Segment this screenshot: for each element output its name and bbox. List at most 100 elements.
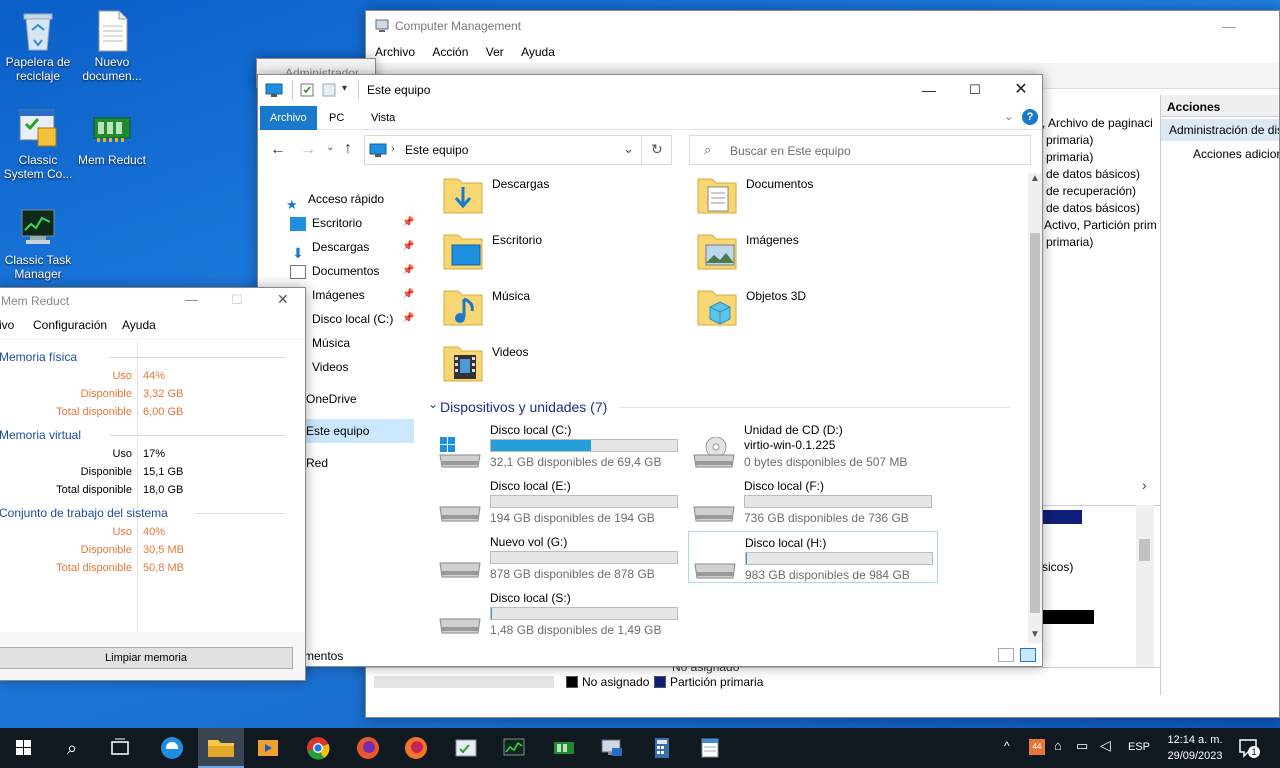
pin-icon[interactable]: 📌 [402, 235, 414, 259]
mem-reduct-minimize-button[interactable]: — [185, 292, 198, 307]
address-bar[interactable]: › Este equipo ⌄ ↻ [364, 135, 672, 165]
quick-access-dropdown-icon[interactable]: ▾ [342, 83, 347, 94]
breadcrumb-chevron-icon[interactable]: › [391, 143, 395, 155]
mem-reduct-window[interactable]: Mem Reduct — ☐ ✕ ivo Configuración Ayuda… [0, 287, 306, 681]
pin-icon[interactable]: 📌 [402, 283, 414, 307]
calculator-icon[interactable] [648, 734, 676, 762]
drive-c[interactable]: Disco local (C:) 32,1 GB disponibles de … [438, 423, 688, 477]
pin-icon[interactable]: 📌 [402, 307, 414, 331]
cm-actions-disk-admin[interactable]: Administración de dis [1161, 119, 1279, 141]
back-arrow-icon[interactable]: ← [270, 141, 286, 159]
tab-archivo[interactable]: Archivo [260, 106, 317, 130]
explorer-minimize-button[interactable]: — [906, 75, 952, 105]
search-box[interactable]: ⌕ Buscar en Este equipo [689, 135, 1031, 165]
help-icon[interactable]: ? [1022, 109, 1038, 125]
new-folder-icon[interactable] [322, 83, 336, 97]
notifications-button[interactable]: 1 [1238, 738, 1260, 758]
cm-vertical-scrollbar[interactable] [1136, 505, 1154, 675]
nav-item-descargas[interactable]: ⬇ Descargas 📌 [258, 235, 418, 261]
cm-minimize-button[interactable]: — [1206, 11, 1252, 41]
network-tray-icon[interactable]: ▭ [1076, 738, 1088, 754]
computer-management-taskbar-icon[interactable] [598, 734, 626, 762]
cm-titlebar[interactable]: Computer Management — [366, 11, 1279, 41]
cm-h-scrollbar[interactable] [374, 676, 554, 688]
details-view-icon[interactable] [998, 648, 1014, 662]
mem-reduct-titlebar[interactable]: Mem Reduct — ☐ ✕ [0, 288, 305, 318]
forward-arrow-icon[interactable]: → [300, 141, 316, 159]
cm-scroll-right-icon[interactable]: › [1142, 477, 1147, 493]
folder-imagenes[interactable]: Imágenes [696, 229, 936, 279]
content-scrollbar[interactable]: ▲ ▼ [1028, 173, 1042, 643]
folder-descargas[interactable]: Descargas [442, 173, 682, 223]
clock[interactable]: 12:14 a. m. 29/09/2023 [1160, 732, 1230, 764]
new-document-shortcut[interactable]: Nuevo documen... [74, 8, 150, 83]
cm-menu-accion[interactable]: Acción [432, 45, 468, 59]
search-placeholder[interactable]: Buscar en Este equipo [730, 144, 851, 158]
mem-reduct-menu-ayuda[interactable]: Ayuda [122, 318, 156, 332]
mem-reduct-close-button[interactable]: ✕ [277, 291, 289, 308]
scroll-up-icon[interactable]: ▲ [1030, 173, 1040, 184]
tab-vista[interactable]: Vista [361, 106, 405, 130]
mem-reduct-maximize-button[interactable]: ☐ [231, 292, 243, 308]
cm-menu-ayuda[interactable]: Ayuda [521, 45, 555, 59]
file-explorer-taskbar-button[interactable] [198, 728, 244, 768]
edge-icon[interactable] [158, 734, 186, 762]
cm-menu-ver[interactable]: Ver [486, 45, 504, 59]
explorer-titlebar[interactable]: ▾ Este equipo — ☐ ✕ [258, 75, 1042, 105]
folder-videos[interactable]: Videos [442, 341, 682, 391]
collapse-chevron-icon[interactable]: ⌄ [428, 397, 438, 411]
cm-scrollbar-thumb[interactable] [1139, 539, 1150, 561]
task-manager-taskbar-icon[interactable] [500, 734, 528, 762]
mem-reduct-menu-archivo[interactable]: ivo [0, 318, 14, 332]
classic-task-manager-shortcut[interactable]: Classic Task Manager [0, 206, 76, 281]
chrome-icon[interactable] [304, 734, 332, 762]
folder-escritorio[interactable]: Escritorio [442, 229, 682, 279]
language-indicator[interactable]: ESP [1128, 741, 1150, 753]
folder-musica[interactable]: Música [442, 285, 682, 335]
content-scrollbar-thumb[interactable] [1030, 233, 1040, 613]
refresh-icon[interactable]: ↻ [651, 141, 663, 158]
classic-system-config-shortcut[interactable]: Classic System Co... [0, 106, 76, 181]
tab-pc[interactable]: PC [319, 106, 354, 130]
clean-memory-button[interactable]: Limpiar memoria [0, 647, 293, 669]
start-button[interactable] [10, 734, 38, 762]
drive-h[interactable]: Disco local (H:) 983 GB disponibles de 9… [688, 531, 938, 583]
explorer-close-button[interactable]: ✕ [998, 75, 1042, 105]
notepad-icon[interactable] [696, 734, 724, 762]
pin-icon[interactable]: 📌 [402, 211, 414, 235]
scroll-down-icon[interactable]: ▼ [1030, 629, 1040, 640]
cm-actions-more[interactable]: Acciones adicior [1193, 147, 1279, 161]
address-dropdown-icon[interactable]: ⌄ [623, 141, 634, 157]
nav-item-documentos[interactable]: Documentos 📌 [258, 259, 418, 283]
drive-s[interactable]: Disco local (S:) 1,48 GB disponibles de … [438, 591, 688, 645]
task-view-icon[interactable] [106, 734, 134, 762]
media-player-icon[interactable] [254, 734, 282, 762]
mem-reduct-shortcut[interactable]: Mem Reduct [74, 106, 150, 167]
drive-d[interactable]: Unidad de CD (D:) virtio-win-0.1.225 0 b… [692, 423, 942, 477]
show-hidden-icons-icon[interactable]: ^ [1004, 739, 1010, 753]
nav-quick-access[interactable]: ★ Acceso rápido [258, 187, 418, 212]
drive-e[interactable]: Disco local (E:) 194 GB disponibles de 1… [438, 479, 688, 533]
drive-g[interactable]: Nuevo vol (G:) 878 GB disponibles de 878… [438, 535, 688, 589]
device-tray-icon[interactable]: ⌂ [1054, 738, 1062, 753]
firefox-developer-icon[interactable] [402, 734, 430, 762]
expand-ribbon-icon[interactable]: ⌄ [1004, 110, 1013, 123]
system-config-taskbar-icon[interactable] [452, 734, 480, 762]
mem-reduct-menu-config[interactable]: Configuración [33, 318, 107, 332]
search-taskbar-icon[interactable]: ⌕ [58, 734, 86, 762]
folder-objetos-3d[interactable]: Objetos 3D [696, 285, 936, 335]
recent-locations-icon[interactable]: ⌄ [326, 142, 334, 153]
properties-icon[interactable] [300, 83, 314, 97]
mem-reduct-taskbar-icon[interactable] [550, 734, 578, 762]
firefox-icon[interactable] [354, 734, 382, 762]
large-icons-view-icon[interactable] [1020, 648, 1036, 662]
pin-icon[interactable]: 📌 [402, 259, 414, 283]
folder-documentos[interactable]: Documentos [696, 173, 936, 223]
devices-group-header[interactable]: ⌄ Dispositivos y unidades (7) [428, 397, 1018, 417]
file-explorer-window[interactable]: ▾ Este equipo — ☐ ✕ Archivo PC Vista ⌄ ?… [257, 74, 1043, 667]
explorer-maximize-button[interactable]: ☐ [952, 75, 998, 105]
recycle-bin-shortcut[interactable]: Papelera de reciclaje [0, 8, 76, 83]
address-text[interactable]: Este equipo [405, 143, 468, 157]
volume-muted-icon[interactable]: ◁ [1100, 737, 1111, 754]
up-arrow-icon[interactable]: ↑ [344, 140, 352, 158]
